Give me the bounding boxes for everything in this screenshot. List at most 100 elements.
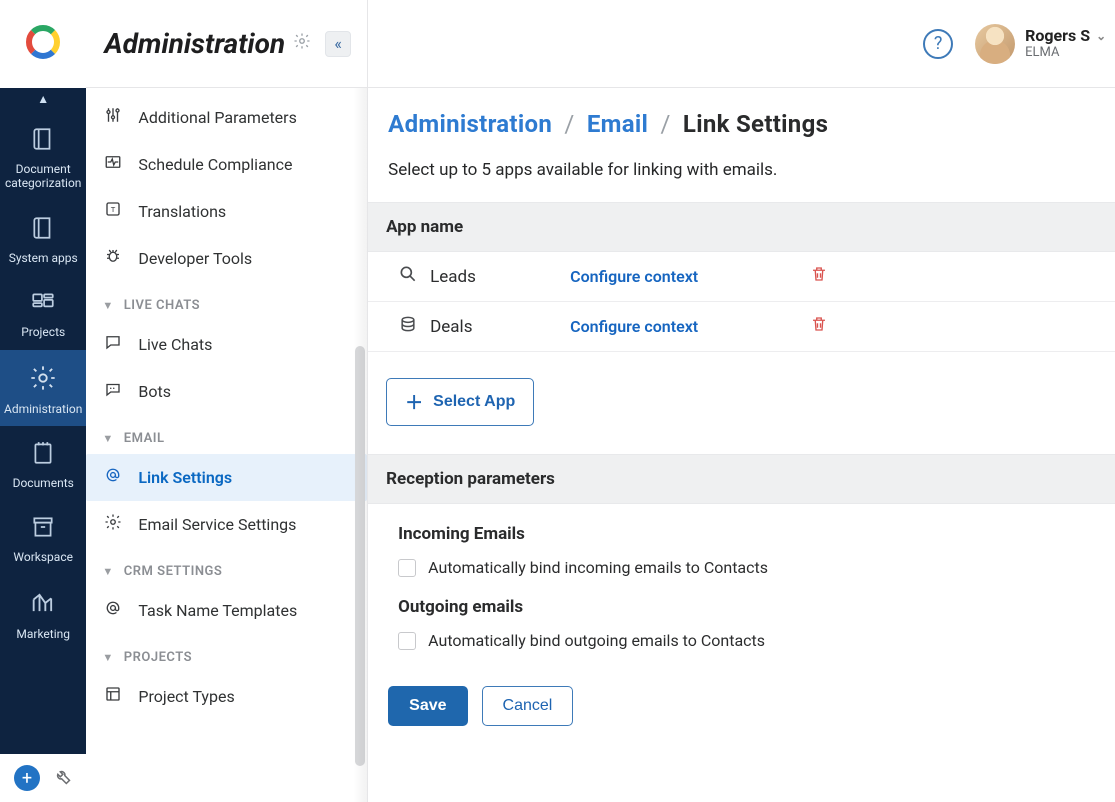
sidebar-group-live-chats[interactable]: ▼ LIVE CHATS	[86, 282, 367, 321]
breadcrumb-current: Link Settings	[683, 110, 828, 138]
save-button[interactable]: Save	[388, 686, 467, 726]
sidebar-item-live-chats[interactable]: Live Chats	[86, 321, 367, 368]
checkbox-label: Automatically bind outgoing emails to Co…	[428, 631, 765, 650]
rail-item-workspace[interactable]: Workspace	[0, 500, 86, 574]
reception-header: Reception parameters	[368, 454, 1115, 504]
scrollbar-thumb[interactable]	[355, 346, 365, 766]
sidebar-item-label: Schedule Compliance	[138, 155, 292, 174]
translate-icon: T	[102, 200, 124, 223]
rail-label: Projects	[21, 325, 65, 339]
sidebar-item-project-types[interactable]: Project Types	[86, 673, 367, 720]
reception-parameters: Incoming Emails Automatically bind incom…	[368, 504, 1115, 668]
rail-item-document-categorization[interactable]: Document categorization	[0, 112, 86, 201]
sidebar-item-label: Project Types	[138, 687, 234, 706]
sidebar-item-schedule-compliance[interactable]: Schedule Compliance	[86, 141, 367, 188]
chat-icon	[102, 333, 124, 356]
app-name: Deals	[430, 317, 560, 337]
sidebar-title: Administration	[104, 27, 285, 60]
rail-label: Document categorization	[4, 162, 82, 191]
gear-icon	[102, 513, 124, 536]
sliders-icon	[102, 106, 124, 129]
rail-label: Administration	[4, 402, 82, 416]
rail-label: Marketing	[16, 627, 70, 641]
rail-scroll-up[interactable]: ▲	[0, 88, 86, 108]
sidebar-item-label: Translations	[138, 202, 226, 221]
sidebar-group-label: LIVE CHATS	[124, 298, 200, 313]
sidebar-group-label: PROJECTS	[124, 650, 192, 665]
rail-label: Documents	[13, 476, 74, 490]
delete-row-button[interactable]	[810, 315, 828, 338]
add-button[interactable]: +	[14, 765, 40, 791]
sidebar-item-additional-parameters[interactable]: Additional Parameters	[86, 94, 367, 141]
main: ? Rogers S ⌄ ELMA Administration / Email…	[368, 0, 1115, 802]
user-meta: Rogers S ⌄ ELMA	[1025, 26, 1106, 61]
gear-icon	[29, 364, 57, 396]
user-company: ELMA	[1025, 45, 1106, 61]
sidebar-group-email[interactable]: ▼ EMAIL	[86, 415, 367, 454]
user-menu[interactable]: Rogers S ⌄ ELMA	[975, 24, 1106, 64]
configure-context-link[interactable]: Configure context	[570, 317, 790, 336]
chevron-down-icon: ▼	[102, 299, 113, 312]
sidebar-item-developer-tools[interactable]: Developer Tools	[86, 235, 367, 282]
archive-icon	[30, 514, 56, 544]
sidebar-group-projects[interactable]: ▼ PROJECTS	[86, 634, 367, 673]
checkbox-label: Automatically bind incoming emails to Co…	[428, 558, 768, 577]
breadcrumb-email[interactable]: Email	[587, 110, 648, 138]
incoming-header: Incoming Emails	[398, 524, 1106, 544]
breadcrumb-administration[interactable]: Administration	[388, 110, 552, 138]
avatar	[975, 24, 1015, 64]
help-button[interactable]: ?	[923, 29, 953, 59]
outgoing-checkbox[interactable]: Automatically bind outgoing emails to Co…	[398, 627, 1106, 660]
rail-item-projects[interactable]: Projects	[0, 275, 86, 349]
rail-item-system-apps[interactable]: System apps	[0, 201, 86, 275]
collapse-sidebar-button[interactable]: «	[325, 31, 351, 57]
select-app-button[interactable]: ＋ Select App	[386, 378, 534, 426]
gear-icon[interactable]	[293, 32, 311, 55]
chevron-down-icon: ▼	[102, 432, 113, 445]
sidebar-header: Administration «	[86, 0, 367, 88]
rail-label: Workspace	[13, 550, 73, 564]
plus-icon: ＋	[405, 389, 423, 415]
form-actions: Save Cancel	[368, 668, 1115, 750]
sidebar-item-label: Developer Tools	[138, 249, 252, 268]
sidebar-scrollbar[interactable]	[355, 86, 365, 786]
incoming-checkbox[interactable]: Automatically bind incoming emails to Co…	[398, 554, 1106, 587]
magnifier-icon	[396, 264, 420, 289]
at-icon	[102, 466, 124, 489]
breadcrumb-sep: /	[654, 110, 676, 138]
sidebar-item-email-service-settings[interactable]: Email Service Settings	[86, 501, 367, 548]
configure-context-link[interactable]: Configure context	[570, 267, 790, 286]
coins-icon	[396, 314, 420, 339]
rail-bottom: +	[0, 754, 86, 802]
sidebar-item-bots[interactable]: Bots	[86, 368, 367, 415]
board-icon	[30, 289, 56, 319]
sidebar-item-link-settings[interactable]: Link Settings	[86, 454, 367, 501]
svg-text:T: T	[111, 205, 116, 214]
rail-item-marketing[interactable]: Marketing	[0, 575, 86, 651]
sidebar-group-crm-settings[interactable]: ▼ CRM SETTINGS	[86, 548, 367, 587]
wrench-icon[interactable]	[52, 766, 72, 791]
cancel-button[interactable]: Cancel	[482, 686, 574, 726]
breadcrumb: Administration / Email / Link Settings	[368, 88, 1115, 152]
at-icon	[102, 599, 124, 622]
outgoing-header: Outgoing emails	[398, 597, 1106, 617]
rail-item-administration[interactable]: Administration	[0, 350, 86, 426]
delete-row-button[interactable]	[810, 265, 828, 288]
checkbox-box	[398, 632, 416, 650]
bug-icon	[102, 247, 124, 270]
sidebar-item-task-name-templates[interactable]: Task Name Templates	[86, 587, 367, 634]
chevron-down-icon: ⌄	[1096, 29, 1106, 43]
sidebar-list[interactable]: Additional Parameters Schedule Complianc…	[86, 88, 367, 802]
sidebar-group-label: CRM SETTINGS	[124, 564, 223, 579]
topbar: ? Rogers S ⌄ ELMA	[368, 0, 1115, 88]
analytics-icon	[29, 589, 57, 621]
book-icon	[30, 126, 56, 156]
bot-icon	[102, 380, 124, 403]
nav-rail: ▲ Document categorization System apps Pr…	[0, 0, 86, 802]
sidebar-item-label: Additional Parameters	[138, 108, 296, 127]
layout-icon	[102, 685, 124, 708]
app-logo	[23, 22, 63, 66]
sidebar-item-translations[interactable]: T Translations	[86, 188, 367, 235]
table-row: Deals Configure context	[368, 302, 1115, 352]
rail-item-documents[interactable]: Documents	[0, 426, 86, 500]
